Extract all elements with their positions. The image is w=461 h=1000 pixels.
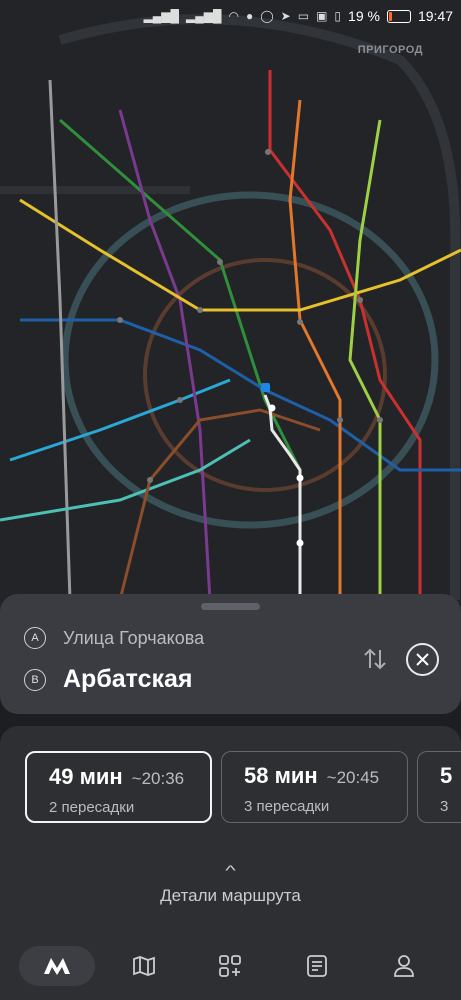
nav-map[interactable]	[108, 946, 180, 986]
viber-icon: ●	[245, 9, 254, 23]
chevron-up-icon: ^	[225, 862, 236, 878]
route-option-card[interactable]: 49 мин ~20:36 2 пересадки	[25, 751, 212, 823]
stop-a-marker: A	[24, 627, 46, 649]
metro-map[interactable]: ПРИГОРОД	[0, 0, 461, 612]
vibrate-icon: ▯	[334, 9, 342, 23]
map-icon	[133, 956, 155, 976]
to-stop-row[interactable]: B Арбатская	[24, 665, 193, 694]
wifi-icon: ◠	[228, 9, 239, 23]
from-stop-name: Улица Горчакова	[63, 627, 205, 648]
route-duration: 49 мин	[49, 764, 123, 789]
close-icon	[416, 653, 429, 666]
whatsapp-icon: ◯	[260, 9, 274, 23]
app-icon: ▣	[316, 9, 328, 23]
messenger-icon: ▭	[297, 9, 310, 23]
suburb-label: ПРИГОРОД	[357, 44, 423, 56]
route-arrival: ~20:36	[131, 769, 185, 788]
swap-arrows-icon	[364, 648, 386, 670]
bottom-navigation	[0, 940, 461, 1000]
clock: 19:47	[417, 8, 453, 24]
route-transfers: 3 пересадки	[244, 798, 330, 815]
status-bar: ▂▄▆█ ▂▄▆█ ◠ ● ◯ ➤ ▭ ▣ ▯ 19 % 19:47	[0, 0, 461, 36]
metro-map-graphic	[0, 0, 461, 612]
profile-icon	[394, 955, 414, 977]
to-stop-name: Арбатская	[63, 665, 193, 693]
nav-tickets[interactable]	[281, 946, 353, 986]
route-option-card[interactable]: 58 мин ~20:45 3 пересадки	[221, 751, 408, 823]
route-option-card[interactable]: 5 3	[417, 751, 461, 823]
swap-stops-button[interactable]	[360, 644, 390, 674]
signal-icon: ▂▄▆█	[186, 9, 222, 23]
status-icons: ▂▄▆█ ▂▄▆█ ◠ ● ◯ ➤ ▭ ▣ ▯ 19 % 19:47	[144, 8, 453, 24]
route-duration: 58 мин	[244, 763, 318, 788]
telegram-icon: ➤	[280, 9, 291, 23]
nav-metro[interactable]	[19, 946, 95, 986]
route-details-toggle[interactable]: ^ Детали маршрута	[0, 862, 461, 906]
route-transfers: 2 пересадки	[49, 799, 135, 816]
battery-percent: 19 %	[348, 8, 380, 24]
nav-profile[interactable]	[368, 946, 440, 986]
route-transfers: 3	[440, 798, 449, 815]
route-arrival: ~20:45	[326, 768, 380, 787]
from-stop-row[interactable]: A Улица Горчакова	[24, 627, 204, 649]
drag-handle[interactable]	[201, 603, 260, 610]
signal-icon: ▂▄▆█	[143, 9, 180, 23]
clear-route-button[interactable]	[406, 643, 439, 676]
route-duration: 5	[440, 763, 453, 788]
route-input-panel	[0, 594, 461, 714]
stop-b-marker: B	[24, 668, 46, 691]
nav-services[interactable]	[194, 946, 266, 986]
route-details-label: Детали маршрута	[160, 886, 301, 905]
tickets-icon	[307, 955, 327, 977]
battery-icon	[386, 9, 411, 23]
metro-logo-icon	[44, 958, 70, 975]
services-icon	[219, 955, 241, 977]
